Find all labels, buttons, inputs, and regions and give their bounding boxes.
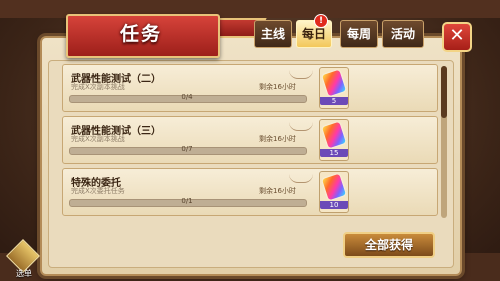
tab-event[interactable]: 活动 <box>382 20 424 48</box>
reward-slot[interactable]: 15 <box>319 119 349 161</box>
reward-slot[interactable]: 10 <box>319 171 349 213</box>
quest-progress-text: 0/4 <box>181 93 193 101</box>
claim-all-button[interactable]: 全部获得 <box>343 232 435 258</box>
reward-count: 10 <box>320 201 348 209</box>
quest-card: 特殊的委托 完成X次委托任务 剩余16小时 0/1 10 <box>62 168 438 216</box>
reward-slot[interactable]: 5 <box>319 67 349 109</box>
quest-description: 完成X次委托任务 <box>71 187 125 195</box>
quest-progress-text: 0/1 <box>181 197 193 205</box>
menu-label: 选单 <box>16 269 32 278</box>
quest-description: 完成X次副本挑战 <box>71 135 125 143</box>
quest-description: 完成X次副本挑战 <box>71 83 125 91</box>
close-button[interactable]: ✕ <box>442 22 472 52</box>
tab-main[interactable]: 主线 <box>254 20 292 48</box>
close-icon: ✕ <box>449 25 465 46</box>
tab-weekly[interactable]: 每周 <box>340 20 378 48</box>
rainbow-crystal-icon <box>322 173 346 201</box>
quest-card: 武器性能测试（二） 完成X次副本挑战 剩余16小时 0/4 5 <box>62 64 438 112</box>
quest-time-remaining: 剩余16小时 <box>259 187 296 195</box>
rainbow-crystal-icon <box>322 121 346 149</box>
scrollbar-thumb[interactable] <box>441 66 447 118</box>
ornament-icon <box>289 174 313 183</box>
reward-count: 15 <box>320 149 348 157</box>
tab-daily-alert-icon: ! <box>314 14 328 28</box>
ornament-icon <box>289 70 313 79</box>
ornament-icon <box>289 122 313 131</box>
quest-card: 武器性能测试（三） 完成X次副本挑战 剩余16小时 0/7 15 <box>62 116 438 164</box>
quest-time-remaining: 剩余16小时 <box>259 83 296 91</box>
reward-count: 5 <box>320 97 348 105</box>
quest-time-remaining: 剩余16小时 <box>259 135 296 143</box>
rainbow-crystal-icon <box>322 69 346 97</box>
page-title: 任务 <box>119 23 162 45</box>
quest-progress-text: 0/7 <box>181 145 193 153</box>
